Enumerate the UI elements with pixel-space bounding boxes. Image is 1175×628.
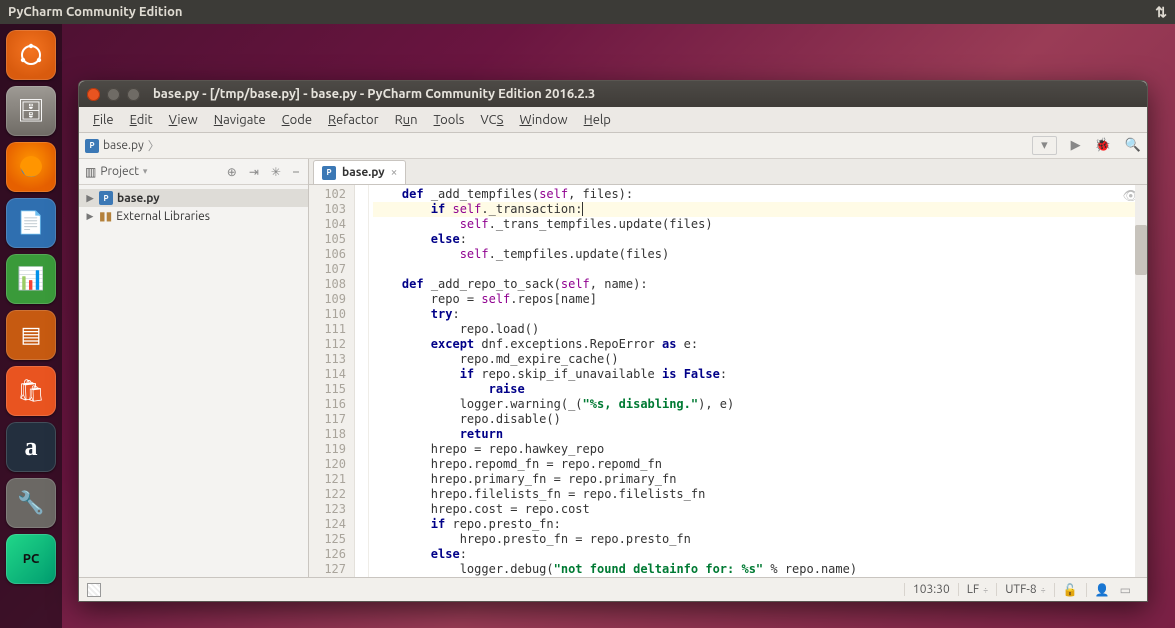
tree-expand-icon[interactable]: ▶	[85, 193, 95, 204]
menu-tools[interactable]: Tools	[426, 111, 473, 129]
hide-tool-icon[interactable]: ⎯	[290, 165, 302, 179]
line-number-gutter[interactable]: 102 103 104 105 106 107 108 109 110 111 …	[309, 185, 355, 577]
menu-code[interactable]: Code	[274, 111, 320, 129]
window-close-button[interactable]	[87, 88, 100, 101]
window-titlebar[interactable]: base.py - [/tmp/base.py] - base.py - PyC…	[79, 81, 1147, 107]
launcher-libreoffice-writer[interactable]: 📄	[6, 198, 56, 248]
ubuntu-top-panel: PyCharm Community Edition ⇅	[0, 0, 1175, 24]
project-toolbar: ▥Project ▾ ⊕ ⇥ ✳ ⎯	[79, 159, 308, 185]
run-button-icon[interactable]: ▶	[1071, 138, 1081, 153]
active-app-title: PyCharm Community Edition	[8, 5, 183, 19]
collapse-all-icon[interactable]: ⇥	[246, 165, 262, 179]
line-separator[interactable]: LF ÷	[958, 583, 997, 596]
project-tree[interactable]: ▶ P base.py ▶ ▮▮ External Libraries	[79, 185, 308, 229]
window-minimize-button[interactable]	[107, 88, 120, 101]
libraries-icon: ▮▮	[99, 209, 112, 223]
editor-area: P base.py × 102 103 104 105 106 107 108 …	[309, 159, 1147, 577]
tool-windows-toggle-icon[interactable]	[87, 583, 101, 597]
launcher-amazon[interactable]: a	[6, 422, 56, 472]
menu-vcs[interactable]: VCS	[472, 111, 511, 129]
tree-external-libraries[interactable]: ▶ ▮▮ External Libraries	[79, 207, 308, 225]
window-title: base.py - [/tmp/base.py] - base.py - PyC…	[153, 87, 595, 101]
launcher-ubuntu-software[interactable]: 🛍	[6, 366, 56, 416]
tree-expand-icon[interactable]: ▶	[85, 211, 95, 222]
search-everywhere-icon[interactable]: 🔍	[1125, 138, 1141, 153]
window-maximize-button[interactable]	[127, 88, 140, 101]
unity-launcher: 🗄 📄 📊 ▤ 🛍 a 🔧 PC	[0, 24, 62, 628]
tree-root-file[interactable]: ▶ P base.py	[79, 189, 308, 207]
tab-close-icon[interactable]: ×	[391, 166, 398, 179]
launcher-system-settings[interactable]: 🔧	[6, 478, 56, 528]
launcher-firefox[interactable]	[6, 142, 56, 192]
project-view-label[interactable]: Project	[100, 165, 139, 178]
code-content[interactable]: def _add_tempfiles(self, files): if self…	[369, 185, 1147, 577]
python-file-icon: P	[99, 191, 113, 205]
menu-refactor[interactable]: Refactor	[320, 111, 387, 129]
pycharm-window: base.py - [/tmp/base.py] - base.py - PyC…	[78, 80, 1148, 602]
launcher-pycharm[interactable]: PC	[6, 534, 56, 584]
status-bar: 103:30 LF ÷ UTF-8 ÷ 🔓 👤 ▭	[79, 577, 1147, 601]
menu-help[interactable]: Help	[576, 111, 619, 129]
menubar: File Edit View Navigate Code Refactor Ru…	[79, 107, 1147, 133]
menu-view[interactable]: View	[161, 111, 206, 129]
scrollbar-thumb[interactable]	[1135, 225, 1147, 275]
hector-icon[interactable]: 👤	[1086, 583, 1118, 597]
fold-gutter[interactable]	[355, 185, 369, 577]
project-view-icon: ▥	[85, 165, 96, 179]
python-file-icon: P	[85, 139, 99, 153]
code-editor[interactable]: 102 103 104 105 106 107 108 109 110 111 …	[309, 185, 1147, 577]
run-config-dropdown[interactable]: ▾	[1032, 136, 1057, 155]
editor-tabs: P base.py ×	[309, 159, 1147, 185]
tree-external-label: External Libraries	[116, 210, 210, 223]
menu-run[interactable]: Run	[387, 111, 426, 129]
breadcrumb-chevron-icon: 〉	[148, 137, 160, 154]
file-encoding[interactable]: UTF-8 ÷	[996, 583, 1054, 596]
debug-button-icon[interactable]: 🐞	[1095, 138, 1111, 153]
launcher-dash[interactable]	[6, 30, 56, 80]
vertical-scrollbar[interactable]	[1135, 185, 1147, 577]
trash-icon[interactable]: ▭	[1118, 583, 1139, 597]
launcher-libreoffice-impress[interactable]: ▤	[6, 310, 56, 360]
scroll-to-source-icon[interactable]: ⊕	[224, 165, 240, 179]
menu-file[interactable]: File	[85, 111, 122, 129]
launcher-libreoffice-calc[interactable]: 📊	[6, 254, 56, 304]
tool-settings-icon[interactable]: ✳	[268, 165, 284, 179]
navigation-bar: P base.py 〉 ▾ ▶ 🐞 🔍	[79, 133, 1147, 159]
network-indicator-icon[interactable]: ⇅	[1155, 4, 1167, 21]
python-file-icon: P	[322, 166, 336, 180]
menu-navigate[interactable]: Navigate	[206, 111, 274, 129]
menu-edit[interactable]: Edit	[122, 111, 161, 129]
breadcrumb-file[interactable]: base.py	[103, 139, 144, 152]
menu-window[interactable]: Window	[511, 111, 575, 129]
launcher-files[interactable]: 🗄	[6, 86, 56, 136]
tab-label: base.py	[342, 166, 385, 179]
editor-tab-basepy[interactable]: P base.py ×	[313, 160, 406, 184]
readonly-lock-icon[interactable]: 🔓	[1054, 583, 1086, 597]
caret-position[interactable]: 103:30	[904, 583, 958, 596]
project-tool-window: ▥Project ▾ ⊕ ⇥ ✳ ⎯ ▶ P base.py ▶ ▮▮ Exte…	[79, 159, 309, 577]
tree-root-label: base.py	[117, 192, 160, 205]
